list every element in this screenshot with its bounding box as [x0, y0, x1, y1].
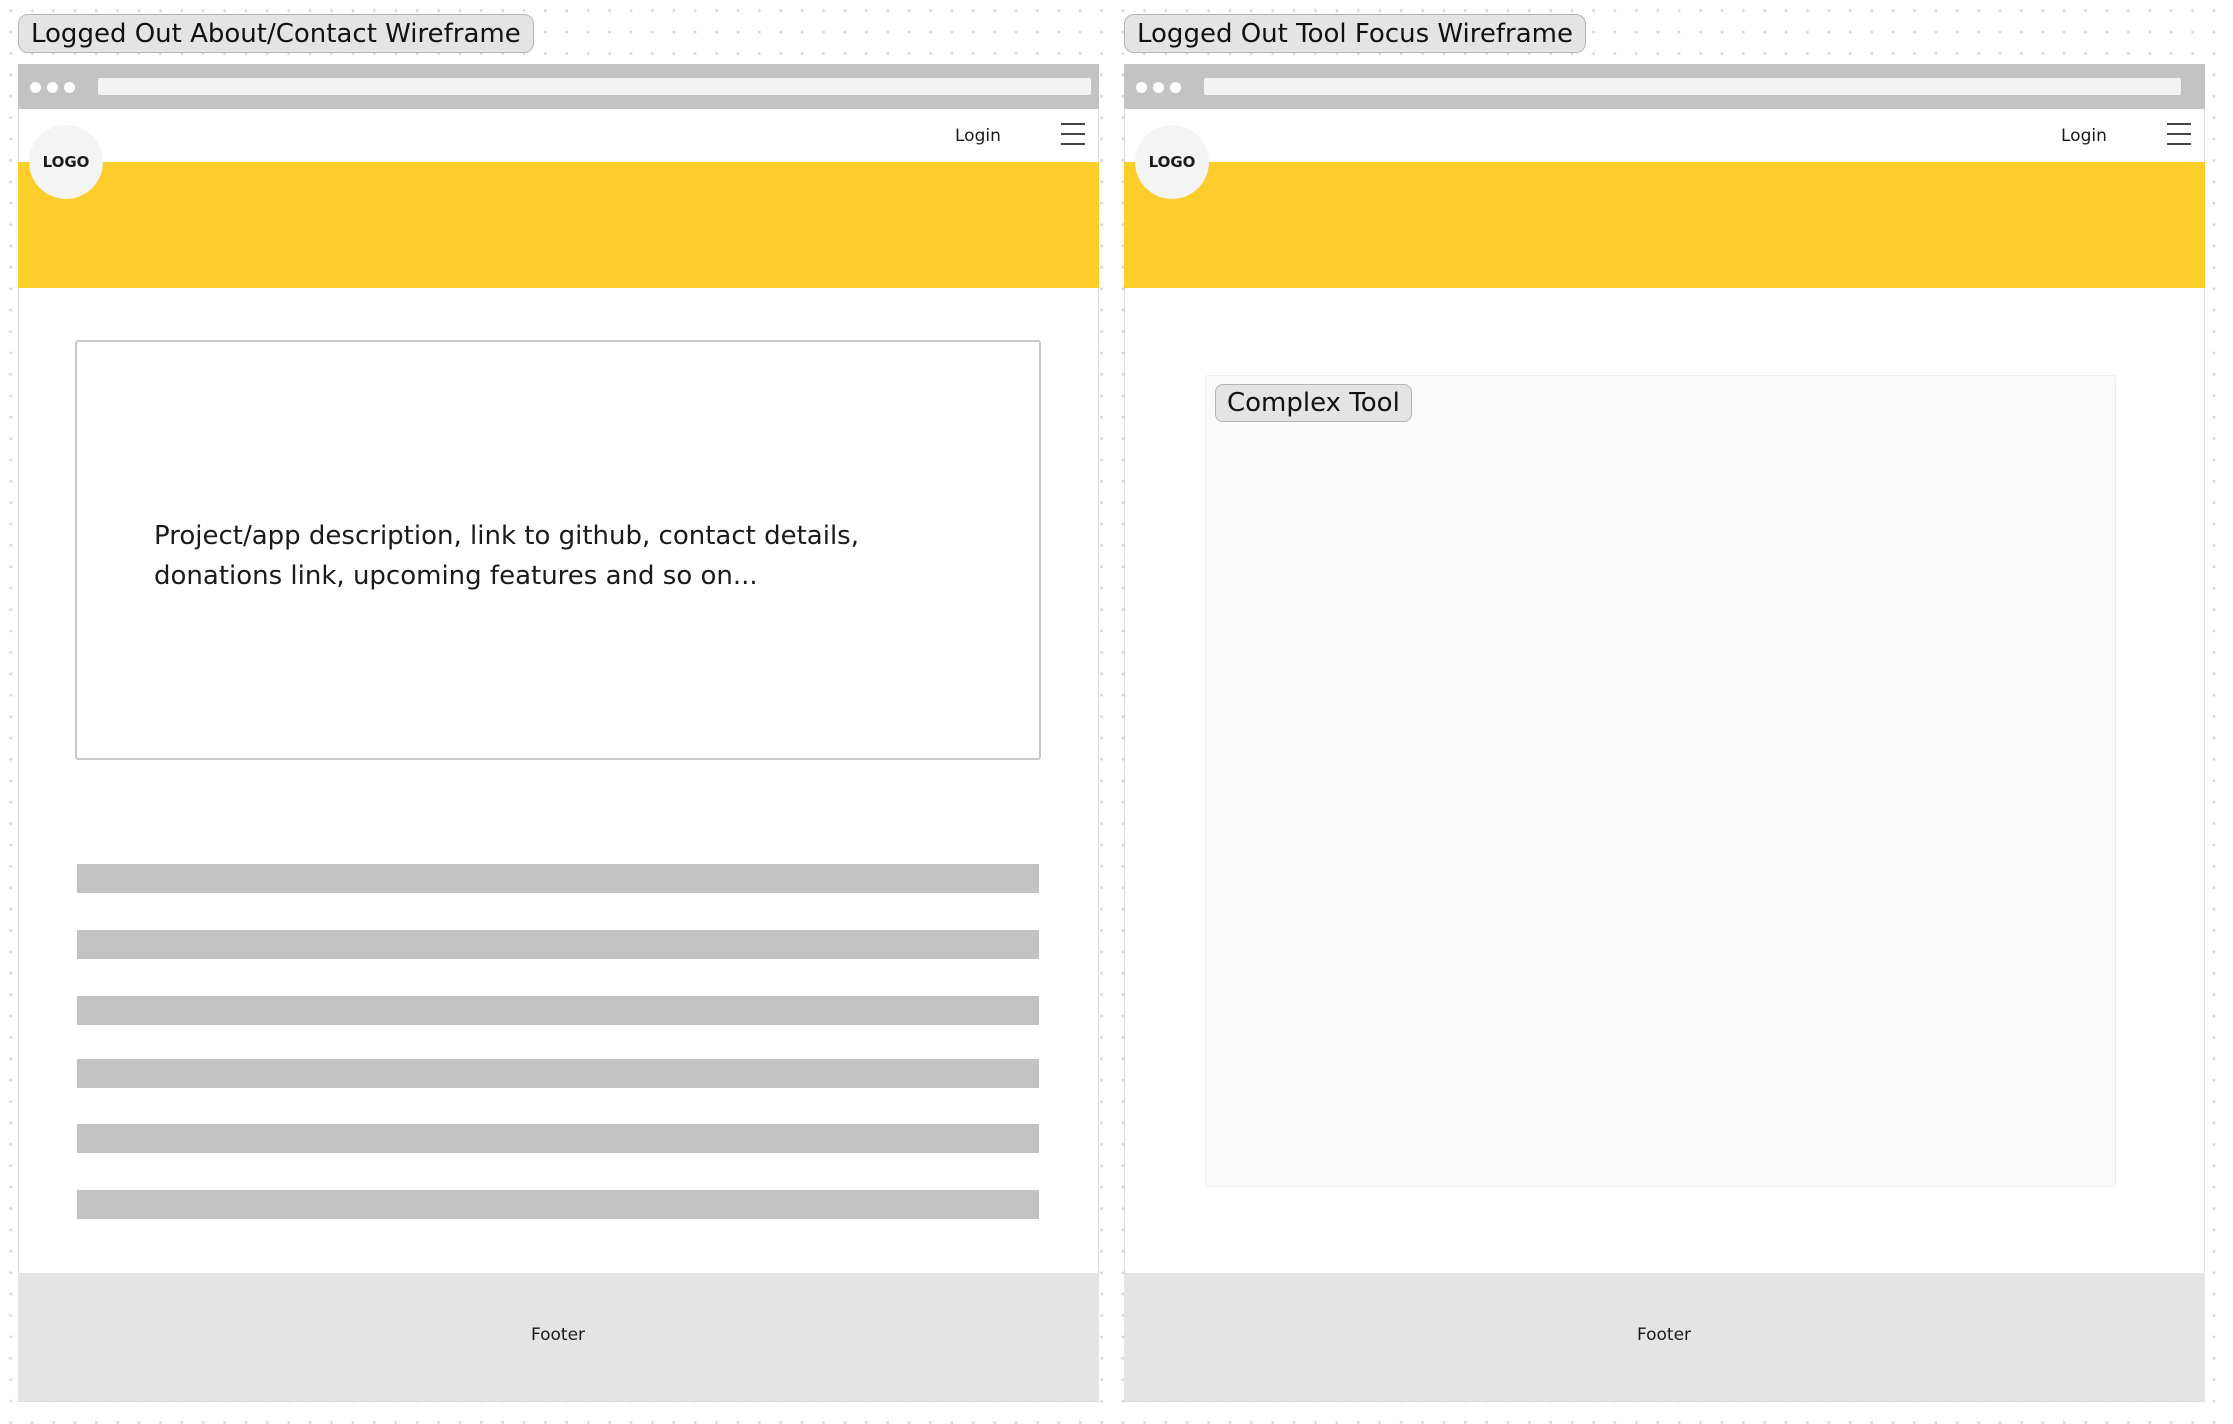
footer: Footer — [1123, 1273, 2205, 1401]
text-line-placeholder — [77, 996, 1039, 1025]
window-dot-icon — [46, 82, 58, 93]
description-card: Project/app description, link to github,… — [75, 340, 1041, 760]
hero-banner — [17, 162, 1099, 288]
frame-label-tool-focus: Logged Out Tool Focus Wireframe — [1124, 14, 1586, 53]
frame-label-about-contact: Logged Out About/Contact Wireframe — [18, 14, 534, 53]
text-line-placeholder — [77, 1190, 1039, 1219]
login-link[interactable]: Login — [955, 126, 1001, 146]
text-line-placeholder — [77, 1124, 1039, 1153]
window-dot-icon — [63, 82, 75, 93]
hero-banner — [1123, 162, 2205, 288]
window-dot-icon — [1169, 82, 1181, 93]
footer: Footer — [17, 1273, 1099, 1401]
top-nav: Login — [19, 109, 1098, 163]
window-dot-icon — [1152, 82, 1164, 93]
top-nav: Login — [1125, 109, 2204, 163]
browser-chrome — [1123, 64, 2205, 109]
text-line-placeholder — [77, 1059, 1039, 1088]
browser-window-tool-focus: Login LOGO Complex Tool Footer — [1123, 64, 2205, 1402]
hamburger-menu-icon[interactable] — [1061, 123, 1085, 145]
browser-window-about-contact: Login LOGO Project/app description, link… — [17, 64, 1099, 1402]
address-bar[interactable] — [1203, 78, 2181, 95]
complex-tool-panel[interactable]: Complex Tool — [1205, 375, 2116, 1187]
complex-tool-label: Complex Tool — [1215, 384, 1412, 422]
footer-label: Footer — [530, 1325, 586, 1345]
text-line-placeholder — [77, 864, 1039, 893]
address-bar[interactable] — [97, 78, 1091, 95]
logo-circle[interactable]: LOGO — [29, 125, 103, 199]
logo-circle[interactable]: LOGO — [1135, 125, 1209, 199]
login-link[interactable]: Login — [2061, 126, 2107, 146]
text-line-placeholder — [77, 930, 1039, 959]
window-dot-icon — [29, 82, 41, 93]
description-text: Project/app description, link to github,… — [154, 521, 859, 591]
footer-label: Footer — [1636, 1325, 1692, 1345]
hamburger-menu-icon[interactable] — [2167, 123, 2191, 145]
browser-chrome — [17, 64, 1099, 109]
window-dot-icon — [1135, 82, 1147, 93]
